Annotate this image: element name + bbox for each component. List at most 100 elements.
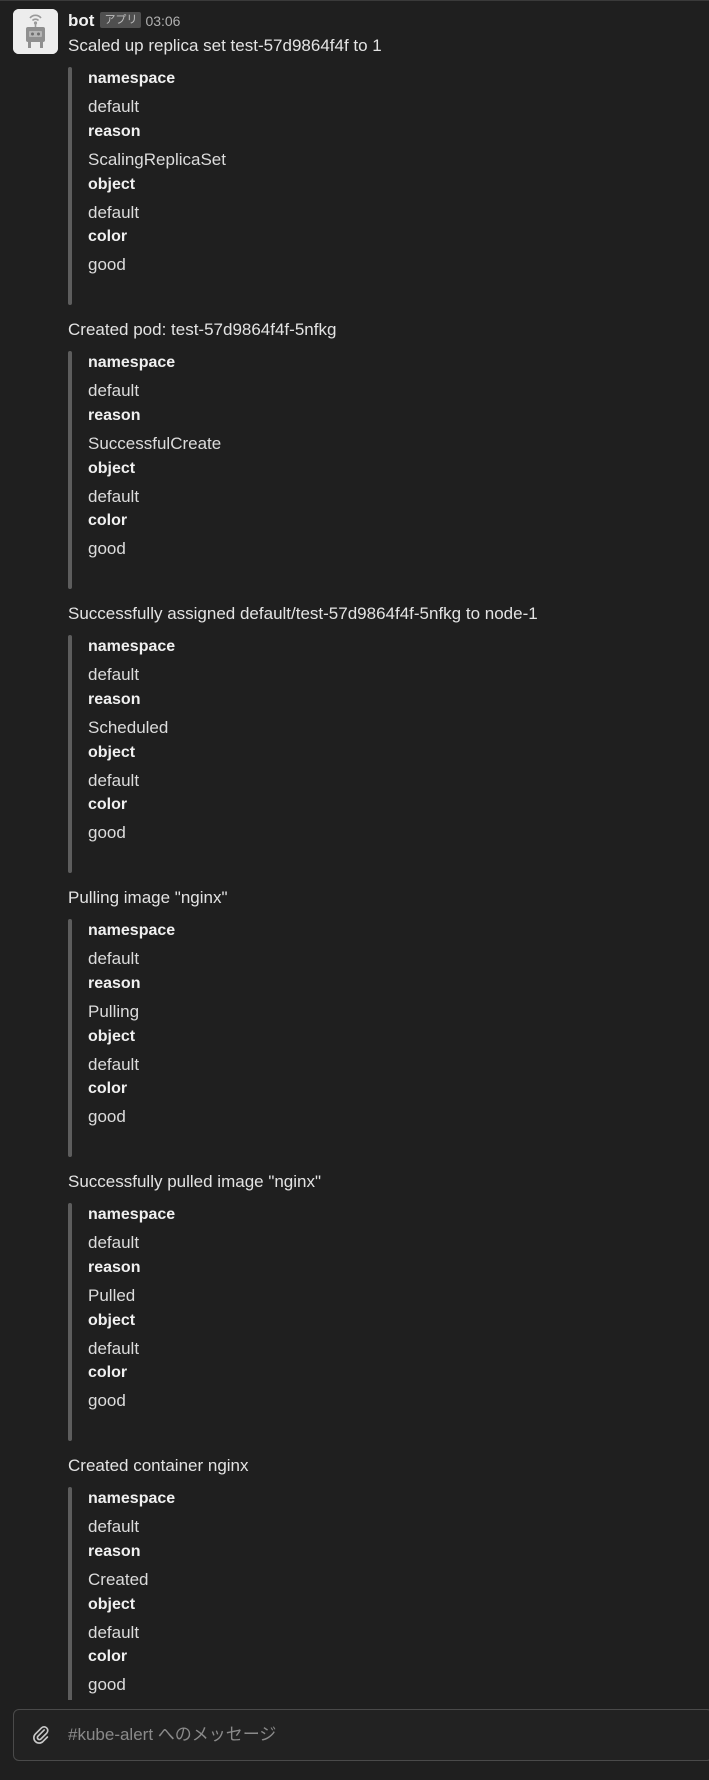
top-divider <box>0 0 709 1</box>
field-label: object <box>88 1596 136 1613</box>
field-namespace: namespace default <box>88 919 648 975</box>
field-color: color good <box>88 1077 648 1133</box>
field-value: Created <box>88 1570 149 1589</box>
field-label: namespace <box>88 70 176 87</box>
field-reason: reason Pulled <box>88 1256 648 1312</box>
message-input[interactable] <box>68 1722 668 1748</box>
field-object: object default <box>88 1025 648 1081</box>
field-namespace: namespace default <box>88 635 648 691</box>
field-object: object default <box>88 741 648 797</box>
field-label: reason <box>88 1259 141 1276</box>
field-label: namespace <box>88 1490 176 1507</box>
field-reason: reason Created <box>88 1540 648 1596</box>
field-label: reason <box>88 123 141 140</box>
field-reason: reason Pulling <box>88 972 648 1028</box>
field-label: color <box>88 1364 128 1381</box>
sender-name[interactable]: bot <box>68 10 94 32</box>
message-composer[interactable] <box>13 1709 709 1761</box>
field-color: color good <box>88 1645 648 1701</box>
event-title: Successfully pulled image "nginx" <box>68 1172 322 1191</box>
field-value: ScalingReplicaSet <box>88 150 226 169</box>
event-list: Scaled up replica set test-57d9864f4f to… <box>68 34 698 1738</box>
field-label: reason <box>88 1543 141 1560</box>
event-item: Successfully pulled image "nginx" namesp… <box>68 1170 698 1454</box>
field-value: default <box>88 665 140 684</box>
field-value: Scheduled <box>88 718 169 737</box>
field-namespace: namespace default <box>88 351 648 407</box>
field-value: default <box>88 771 140 790</box>
field-value: default <box>88 381 140 400</box>
attachment-color-bar <box>68 635 72 873</box>
field-color: color good <box>88 793 648 849</box>
field-object: object default <box>88 1309 648 1365</box>
event-attachment: namespace default reason Pulling object … <box>68 919 668 1157</box>
field-label: object <box>88 176 136 193</box>
event-attachment: namespace default reason ScalingReplicaS… <box>68 67 668 305</box>
event-title: Created pod: test-57d9864f4f-5nfkg <box>68 320 337 339</box>
field-object: object default <box>88 457 648 513</box>
field-label: color <box>88 512 128 529</box>
field-label: reason <box>88 407 141 424</box>
field-value: default <box>88 1623 140 1642</box>
event-item: Created container nginx namespace defaul… <box>68 1454 698 1738</box>
attachment-color-bar <box>68 1203 72 1441</box>
bot-avatar[interactable] <box>13 9 58 54</box>
message-header: bot アプリ 03:06 <box>68 10 180 32</box>
field-value: good <box>88 539 126 558</box>
message-timestamp[interactable]: 03:06 <box>145 10 180 32</box>
field-value: default <box>88 1339 140 1358</box>
paperclip-icon[interactable] <box>30 1724 52 1746</box>
attachment-color-bar <box>68 1487 72 1725</box>
event-attachment: namespace default reason Created object … <box>68 1487 668 1725</box>
event-attachment: namespace default reason Pulled object d… <box>68 1203 668 1441</box>
field-value: SuccessfulCreate <box>88 434 222 453</box>
field-label: color <box>88 1080 128 1097</box>
attachment-color-bar <box>68 919 72 1157</box>
field-value: good <box>88 1675 126 1694</box>
field-value: default <box>88 97 140 116</box>
field-value: default <box>88 487 140 506</box>
event-item: Pulling image "nginx" namespace default … <box>68 886 698 1170</box>
event-item: Successfully assigned default/test-57d98… <box>68 602 698 886</box>
field-value: good <box>88 1391 126 1410</box>
field-reason: reason SuccessfulCreate <box>88 404 648 460</box>
field-value: Pulling <box>88 1002 140 1021</box>
field-label: color <box>88 1648 128 1665</box>
field-label: object <box>88 744 136 761</box>
field-reason: reason Scheduled <box>88 688 648 744</box>
event-title: Pulling image "nginx" <box>68 888 228 907</box>
app-badge: アプリ <box>100 12 142 28</box>
field-label: namespace <box>88 1206 176 1223</box>
event-item: Scaled up replica set test-57d9864f4f to… <box>68 34 698 318</box>
field-color: color good <box>88 509 648 565</box>
field-label: reason <box>88 975 141 992</box>
event-title: Created container nginx <box>68 1456 249 1475</box>
event-title: Successfully assigned default/test-57d98… <box>68 604 538 623</box>
field-value: good <box>88 255 126 274</box>
event-item: Created pod: test-57d9864f4f-5nfkg names… <box>68 318 698 602</box>
event-title: Scaled up replica set test-57d9864f4f to… <box>68 36 382 55</box>
field-object: object default <box>88 173 648 229</box>
field-namespace: namespace default <box>88 1487 648 1543</box>
field-color: color good <box>88 225 648 281</box>
field-label: color <box>88 796 128 813</box>
field-namespace: namespace default <box>88 1203 648 1259</box>
field-value: default <box>88 203 140 222</box>
field-value: Pulled <box>88 1286 136 1305</box>
field-label: namespace <box>88 354 176 371</box>
field-value: default <box>88 1055 140 1074</box>
event-attachment: namespace default reason SuccessfulCreat… <box>68 351 668 589</box>
field-object: object default <box>88 1593 648 1649</box>
event-attachment: namespace default reason Scheduled objec… <box>68 635 668 873</box>
field-value: good <box>88 1107 126 1126</box>
robot-icon <box>13 9 58 54</box>
attachment-color-bar <box>68 351 72 589</box>
field-reason: reason ScalingReplicaSet <box>88 120 648 176</box>
field-label: namespace <box>88 638 176 655</box>
field-label: namespace <box>88 922 176 939</box>
field-label: reason <box>88 691 141 708</box>
field-label: color <box>88 228 128 245</box>
field-color: color good <box>88 1361 648 1417</box>
field-value: default <box>88 1517 140 1536</box>
field-label: object <box>88 1028 136 1045</box>
